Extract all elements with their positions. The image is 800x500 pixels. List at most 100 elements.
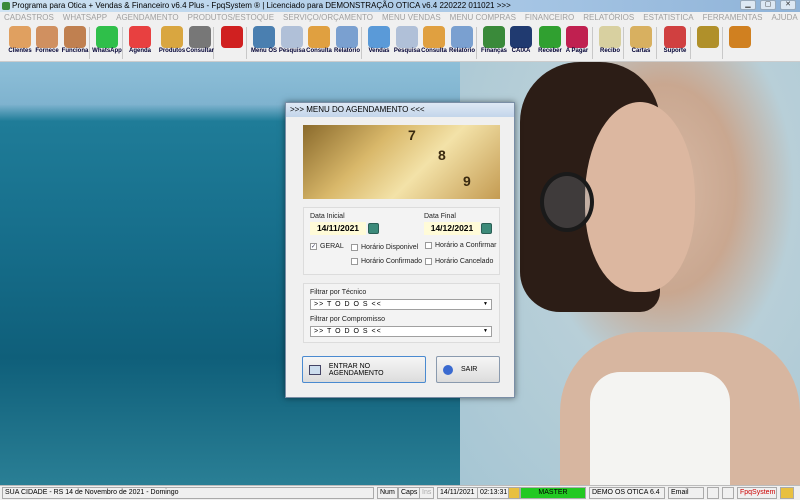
calendar-icon[interactable] [481, 223, 492, 234]
toolbar-separator [361, 27, 362, 59]
horario-confirmado-checkbox[interactable]: Horário Confirmado [351, 258, 422, 265]
data-inicial-field[interactable]: 14/11/2021 [310, 222, 366, 235]
toolbar-button-recibo[interactable]: Recibo [596, 26, 624, 60]
document-icon[interactable] [707, 487, 719, 499]
data-inicial-label: Data Inicial [310, 213, 345, 220]
title-bar: Programa para Otica + Vendas & Financeir… [0, 0, 800, 12]
toolbar-button-item24[interactable] [726, 26, 754, 60]
horario-confirmado-label: Horário Confirmado [361, 258, 423, 265]
data-final-field[interactable]: 14/12/2021 [424, 222, 480, 235]
toolbar-icon [566, 26, 588, 48]
toolbar-icon [423, 26, 445, 48]
toolbar-button-item7[interactable] [218, 26, 246, 60]
toolbar-icon [729, 26, 751, 48]
agenda-menu-dialog: >>> MENU DO AGENDAMENTO <<< 789 Data Ini… [285, 102, 515, 398]
toolbar-separator [592, 27, 593, 59]
toolbar-icon [697, 26, 719, 48]
toolbar-icon [336, 26, 358, 48]
toolbar-icon [161, 26, 183, 48]
geral-label: GERAL [320, 243, 344, 250]
toolbar-button-pesquisa[interactable]: Pesquisa [278, 26, 306, 60]
data-final-label: Data Final [424, 213, 456, 220]
toolbar-button-produtos[interactable]: Produtos [158, 26, 186, 60]
toolbar-separator [476, 27, 477, 59]
status-caps: Caps [398, 487, 421, 499]
menu-item[interactable]: RELATÓRIOS [583, 12, 634, 24]
toolbar-button-consultar[interactable]: Consultar [186, 26, 214, 60]
toolbar-icon [221, 26, 243, 48]
menu-item[interactable]: ESTATISTICA [643, 12, 693, 24]
toolbar-icon [96, 26, 118, 48]
toolbar-button-pesquisa[interactable]: Pesquisa [393, 26, 421, 60]
toolbar-button-clientes[interactable]: Clientes [6, 26, 34, 60]
menu-item[interactable]: MENU VENDAS [382, 12, 441, 24]
horario-a-confirmar-checkbox[interactable]: Horário a Confirmar [425, 242, 496, 249]
arrow-right-icon [443, 364, 453, 375]
geral-checkbox[interactable]: ✓ GERAL [310, 243, 344, 250]
status-bar: SUA CIDADE - RS 14 de Novembro de 2021 -… [0, 485, 800, 500]
toolbar-icon [451, 26, 473, 48]
toolbar-button-item23[interactable] [694, 26, 722, 60]
toolbar-button-relatrio[interactable]: Relatório [448, 26, 476, 60]
menu-item[interactable]: SERVIÇO/ORÇAMENTO [283, 12, 373, 24]
menu-item[interactable]: AGENDAMENTO [116, 12, 179, 24]
menu-item[interactable]: FERRAMENTAS [703, 12, 763, 24]
menu-item[interactable]: AJUDA [771, 12, 797, 24]
toolbar-button-caixa[interactable]: CAIXA [507, 26, 535, 60]
toolbar-icon [396, 26, 418, 48]
menu-item[interactable]: CADASTROS [4, 12, 54, 24]
close-button[interactable]: ✕ [780, 0, 796, 10]
toolbar-separator [656, 27, 657, 59]
compromisso-label: Filtrar por Compromisso [310, 316, 386, 323]
status-email[interactable]: Email [668, 487, 704, 499]
toolbar-icon [630, 26, 652, 48]
toolbar-button-suporte[interactable]: Suporte [661, 26, 689, 60]
tecnico-select[interactable]: >> T O D O S << [310, 299, 492, 310]
toolbar-icon [664, 26, 686, 48]
status-ins: Ins [419, 487, 435, 499]
exit-button[interactable]: SAIR [436, 356, 500, 383]
toolbar-label: Relatório [333, 48, 360, 54]
menu-bar: CADASTROS WHATSAPP AGENDAMENTO PRODUTOS/EST… [0, 12, 800, 24]
toolbar-button-receber[interactable]: Receber [536, 26, 564, 60]
horario-disponivel-label: Horário Disponivel [361, 244, 419, 251]
tecnico-label: Filtrar por Técnico [310, 289, 367, 296]
toolbar-button-finanas[interactable]: Finanças [480, 26, 508, 60]
toolbar-icon [281, 26, 303, 48]
toolbar-button-consulta[interactable]: Consulta [420, 26, 448, 60]
toolbar-icon [9, 26, 31, 48]
toolbar-label: A Pagar [565, 48, 589, 54]
toolbar-button-agenda[interactable]: Agenda [126, 26, 154, 60]
menu-item[interactable]: PRODUTOS/ESTOQUE [188, 12, 274, 24]
toolbar-icon [129, 26, 151, 48]
toolbar-icon [599, 26, 621, 48]
monitor-icon[interactable] [722, 487, 734, 499]
status-brand: FpqSystem [737, 487, 777, 499]
toolbar-button-cartas[interactable]: Cartas [627, 26, 655, 60]
status-date: 14/11/2021 [437, 487, 478, 499]
horario-cancelado-checkbox[interactable]: Horário Cancelado [425, 258, 493, 265]
toolbar-button-apagar[interactable]: A Pagar [563, 26, 591, 60]
menu-item[interactable]: FINANCEIRO [525, 12, 574, 24]
maximize-button[interactable]: ▢ [760, 0, 776, 10]
toolbar-button-menuos[interactable]: Menu OS [250, 26, 278, 60]
menu-item[interactable]: MENU COMPRAS [450, 12, 516, 24]
compromisso-select[interactable]: >> T O D O S << [310, 326, 492, 337]
calendar-icon[interactable] [368, 223, 379, 234]
enter-agenda-button[interactable]: ENTRAR NO AGENDAMENTO [302, 356, 426, 383]
toolbar-button-fornece[interactable]: Fornece [33, 26, 61, 60]
toolbar-button-relatrio[interactable]: Relatório [333, 26, 361, 60]
toolbar-icon [368, 26, 390, 48]
toolbar-separator [690, 27, 691, 59]
toolbar-button-consulta[interactable]: Consulta [305, 26, 333, 60]
toolbar-button-funciona[interactable]: Funciona [61, 26, 89, 60]
menu-item[interactable]: WHATSAPP [63, 12, 107, 24]
minimize-button[interactable]: ▁ [740, 0, 756, 10]
status-database: DEMO OS OTICA 6.4 [589, 487, 665, 499]
toolbar-button-whatsapp[interactable]: WhatsApp [92, 26, 122, 60]
status-time: 02:13:31 [477, 487, 511, 499]
toolbar-button-vendas[interactable]: Vendas [365, 26, 393, 60]
horario-disponivel-checkbox[interactable]: Horário Disponivel [351, 244, 418, 251]
toolbar-label: Funciona [61, 48, 89, 54]
toolbar-separator [722, 27, 723, 59]
